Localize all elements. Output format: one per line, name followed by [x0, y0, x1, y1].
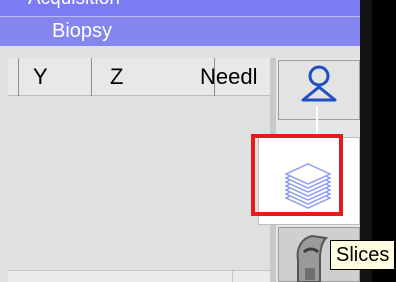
window-title: Acquisition [28, 0, 120, 10]
slices-tooltip: Slices [330, 240, 396, 270]
window-title-bar: Acquisition [0, 0, 372, 16]
gray-tool-icon [296, 234, 329, 282]
table-row-divider [232, 270, 233, 282]
table-body[interactable] [8, 96, 270, 270]
tool-connector [316, 106, 318, 136]
biopsy-tab-title: Biopsy [52, 20, 113, 42]
person-icon [301, 65, 337, 102]
highlight-box [251, 134, 343, 216]
biopsy-tab-header[interactable]: Biopsy [0, 16, 372, 46]
table-row[interactable] [8, 270, 270, 282]
table-header: Y Z Needl [8, 58, 270, 96]
